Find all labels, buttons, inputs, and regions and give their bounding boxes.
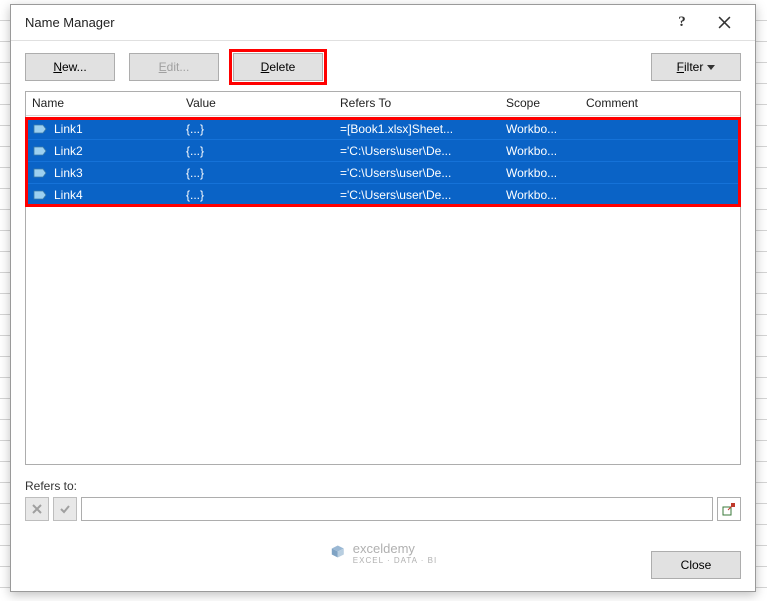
close-x-button[interactable] [703,8,745,38]
name-tag-icon [32,123,48,135]
cell-scope: Workbo... [500,122,580,136]
cell-scope: Workbo... [500,188,580,202]
list-header[interactable]: Name Value Refers To Scope Comment [26,92,740,116]
cell-name: Link3 [26,166,180,180]
name-tag-icon [32,189,48,201]
col-header-comment[interactable]: Comment [580,92,740,115]
table-row[interactable]: Link4{...}='C:\Users\user\De...Workbo... [26,184,740,206]
edit-button: Edit... [129,53,219,81]
cell-scope: Workbo... [500,144,580,158]
cell-value: {...} [180,144,334,158]
check-icon [59,503,71,515]
cell-refers: ='C:\Users\user\De... [334,188,500,202]
refers-to-label: Refers to: [25,479,741,493]
x-icon [31,503,43,515]
cell-value: {...} [180,166,334,180]
titlebar: Name Manager ? [11,5,755,41]
refers-to-input[interactable] [81,497,713,521]
collapse-icon [722,502,736,516]
table-row[interactable]: Link1{...}=[Book1.xlsx]Sheet...Workbo... [26,118,740,140]
cell-scope: Workbo... [500,166,580,180]
chevron-down-icon [707,65,715,70]
cell-name: Link4 [26,188,180,202]
cell-refers: ='C:\Users\user\De... [334,166,500,180]
name-tag-icon [32,145,48,157]
watermark-brand: exceldemy [353,541,415,556]
watermark-tagline: EXCEL · DATA · BI [353,556,437,565]
cancel-edit-button [25,497,49,521]
col-header-scope[interactable]: Scope [500,92,580,115]
cell-name: Link1 [26,122,180,136]
list-body-selected[interactable]: Link1{...}=[Book1.xlsx]Sheet...Workbo...… [26,118,740,206]
collapse-dialog-button[interactable] [717,497,741,521]
toolbar: New... Edit... Delete Filter [11,41,755,91]
cell-refers: ='C:\Users\user\De... [334,144,500,158]
table-row[interactable]: Link3{...}='C:\Users\user\De...Workbo... [26,162,740,184]
col-header-refers[interactable]: Refers To [334,92,500,115]
dialog-footer: Close [651,551,741,579]
close-button[interactable]: Close [651,551,741,579]
new-button[interactable]: New... [25,53,115,81]
dialog-title: Name Manager [25,15,115,30]
filter-button[interactable]: Filter [651,53,741,81]
cell-name: Link2 [26,144,180,158]
name-tag-icon [32,167,48,179]
col-header-name[interactable]: Name [26,92,180,115]
cell-value: {...} [180,122,334,136]
help-button[interactable]: ? [661,8,703,38]
table-row[interactable]: Link2{...}='C:\Users\user\De...Workbo... [26,140,740,162]
col-header-value[interactable]: Value [180,92,334,115]
name-manager-dialog: Name Manager ? New... Edit... Delete Fil… [10,4,756,592]
cell-value: {...} [180,188,334,202]
close-icon [718,16,731,29]
delete-button[interactable]: Delete [233,53,323,81]
names-list[interactable]: Name Value Refers To Scope Comment Link1… [25,91,741,465]
watermark: exceldemy EXCEL · DATA · BI [329,541,437,565]
refers-to-section: Refers to: [25,479,741,521]
cell-refers: =[Book1.xlsx]Sheet... [334,122,500,136]
accept-edit-button [53,497,77,521]
watermark-icon [329,544,347,562]
